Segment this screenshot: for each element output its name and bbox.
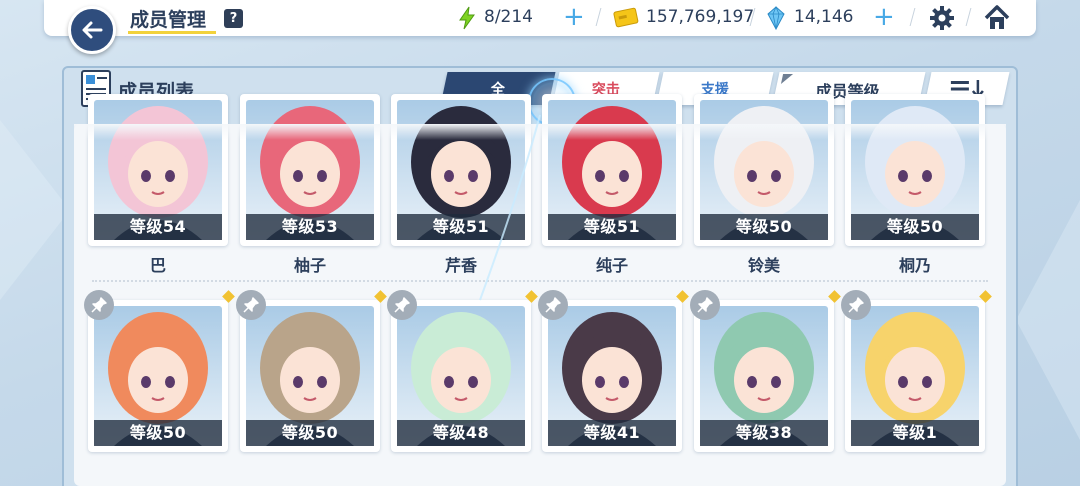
ap-counter: 8/214: [484, 7, 533, 27]
member-name: 巴: [149, 256, 166, 275]
grid-top-fade: [74, 124, 1006, 140]
gem-icon: [767, 6, 785, 30]
member-level: 等级54: [94, 214, 222, 240]
member-level: 等级41: [548, 420, 676, 446]
pin-icon: [91, 297, 107, 313]
filter-triangle-icon: [780, 74, 794, 84]
credit-card-icon: [613, 7, 639, 28]
member-level: 等级50: [94, 420, 222, 446]
member-card[interactable]: 等级1: [845, 300, 985, 452]
pin-icon: [697, 297, 713, 313]
member-card[interactable]: 等级50: [240, 300, 380, 452]
credits-counter: 157,769,197: [646, 7, 755, 27]
pin-button[interactable]: [841, 290, 871, 320]
member-card[interactable]: 等级41: [542, 300, 682, 452]
help-button[interactable]: ?: [224, 9, 243, 28]
member-name: 铃美: [747, 256, 780, 275]
row-divider: [92, 280, 988, 282]
home-icon[interactable]: [983, 4, 1011, 32]
pin-button[interactable]: [690, 290, 720, 320]
member-name: 柚子: [293, 256, 326, 275]
pin-icon: [848, 297, 864, 313]
add-gems-button[interactable]: +: [873, 4, 895, 30]
member-level: 等级51: [548, 214, 676, 240]
background-triangle: [0, 120, 70, 300]
pin-icon: [243, 297, 259, 313]
member-card[interactable]: 等级53: [240, 94, 380, 246]
member-card[interactable]: 等级48: [391, 300, 531, 452]
back-arrow-icon: [82, 21, 103, 39]
member-card[interactable]: 等级54: [88, 94, 228, 246]
member-card[interactable]: 等级51: [391, 94, 531, 246]
background-triangle: [1016, 200, 1080, 440]
settings-gear-icon[interactable]: [929, 5, 955, 31]
member-level: 等级1: [851, 420, 979, 446]
member-level: 等级48: [397, 420, 525, 446]
pin-button[interactable]: [538, 290, 568, 320]
member-card[interactable]: 等级51: [542, 94, 682, 246]
energy-bolt-icon: [459, 6, 475, 30]
member-name: 芹香: [444, 256, 477, 275]
gems-counter: 14,146: [794, 7, 854, 27]
member-card[interactable]: 等级38: [694, 300, 834, 452]
member-level: 等级50: [246, 420, 374, 446]
pin-button[interactable]: [84, 290, 114, 320]
pin-icon: [545, 297, 561, 313]
page-title: 成员管理: [130, 9, 207, 31]
member-level: 等级53: [246, 214, 374, 240]
member-card[interactable]: 等级50: [88, 300, 228, 452]
title-underline: [128, 31, 216, 34]
pin-button[interactable]: [387, 290, 417, 320]
member-card[interactable]: 等级50: [694, 94, 834, 246]
member-name: 桐乃: [898, 256, 931, 275]
pin-icon: [394, 297, 410, 313]
member-level: 等级51: [397, 214, 525, 240]
member-level: 等级50: [851, 214, 979, 240]
back-button[interactable]: [68, 6, 116, 54]
member-level: 等级50: [700, 214, 828, 240]
member-card[interactable]: 等级50: [845, 94, 985, 246]
pin-button[interactable]: [236, 290, 266, 320]
add-ap-button[interactable]: +: [563, 4, 585, 30]
member-level: 等级38: [700, 420, 828, 446]
member-name: 纯子: [595, 256, 628, 275]
